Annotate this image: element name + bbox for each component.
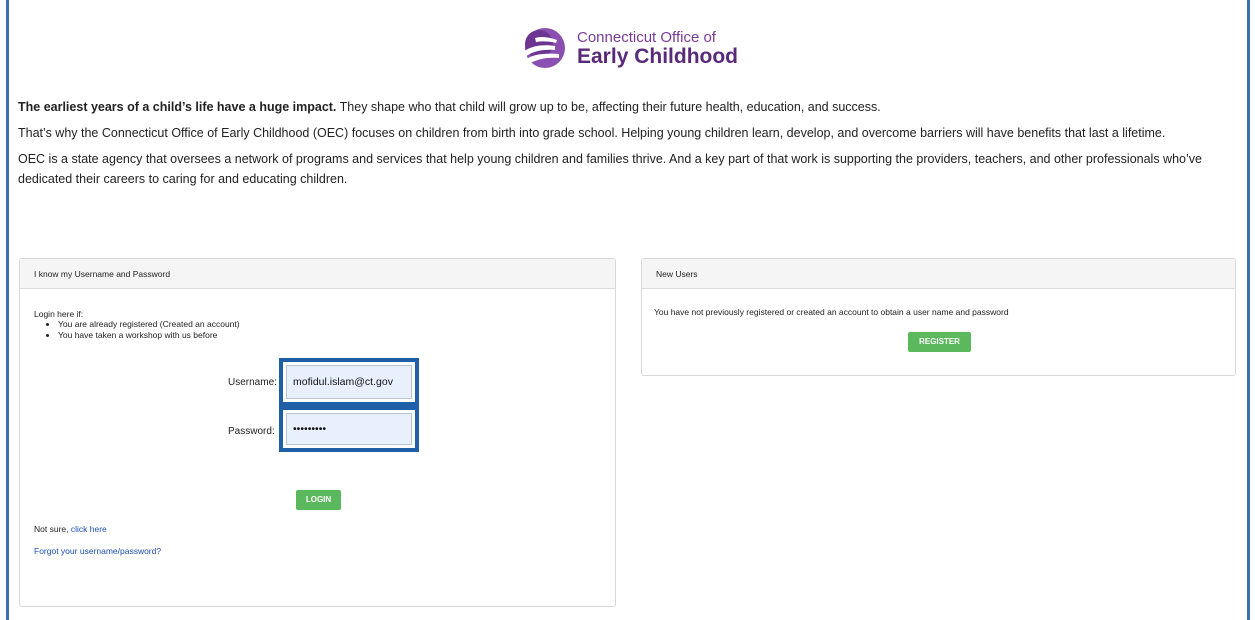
forgot-credentials-link[interactable]: Forgot your username/password? [34,546,161,556]
intro-paragraph-3: OEC is a state agency that oversees a ne… [18,152,1202,186]
username-label: Username: [228,377,277,388]
click-here-link[interactable]: click here [71,524,107,534]
username-input[interactable] [286,365,412,399]
password-label: Password: [228,426,275,437]
login-criteria-list: You are already registered (Created an a… [34,319,240,341]
username-highlight [279,358,419,406]
logo-text-line1: Connecticut Office of [577,28,716,46]
not-sure-line: Not sure, click here [34,524,107,534]
list-item: You have taken a workshop with us before [58,330,240,341]
password-highlight: ••••••••• [279,406,419,452]
oec-logo: Connecticut Office of Early Childhood [515,24,755,72]
intro-paragraph-1-rest: They shape who that child will grow up t… [336,100,881,114]
new-users-message: You have not previously registered or cr… [654,307,1009,317]
password-input[interactable]: ••••••••• [286,413,412,445]
intro-text: The earliest years of a child’s life hav… [18,97,1240,195]
new-users-panel-heading: New Users [642,259,1235,289]
new-users-panel: New Users You have not previously regist… [641,258,1236,376]
intro-headline: The earliest years of a child’s life hav… [18,100,337,114]
login-panel-heading: I know my Username and Password [20,259,615,289]
register-button[interactable]: REGISTER [908,332,971,352]
hands-logo-icon [521,28,565,68]
login-panel: I know my Username and Password Login he… [19,258,616,607]
login-button[interactable]: LOGIN [296,490,341,510]
logo-text-line2: Early Childhood [577,44,739,68]
intro-paragraph-1: The earliest years of a child’s life hav… [18,97,1240,117]
login-intro-text: Login here if: [34,309,84,319]
not-sure-text: Not sure, [34,524,71,534]
intro-paragraph-2: That’s why the Connecticut Office of Ear… [18,126,1166,140]
page-right-border [1247,0,1250,620]
page-left-border [6,0,9,620]
login-instructions: Login here if: You are already registere… [34,309,240,341]
list-item: You are already registered (Created an a… [58,319,240,330]
